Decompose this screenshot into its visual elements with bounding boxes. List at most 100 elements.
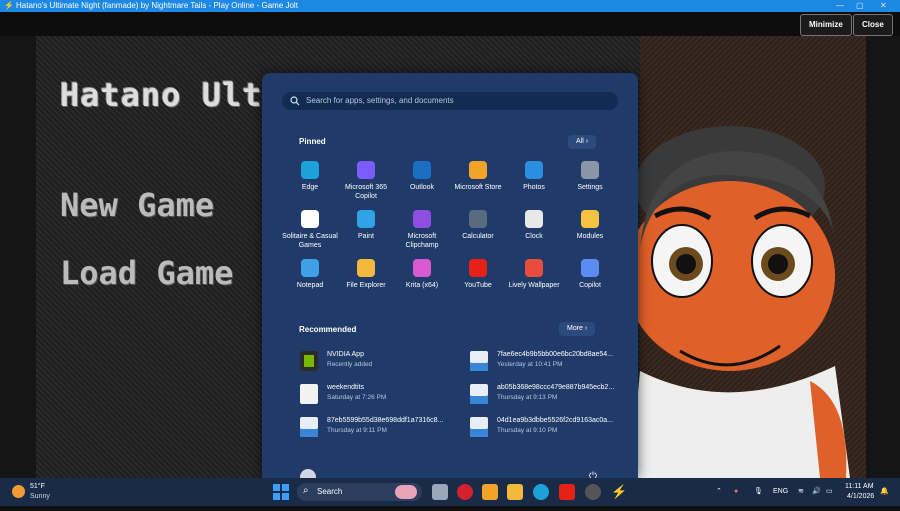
window-maximize-icon[interactable]: ▢ <box>856 0 864 12</box>
start-search-box[interactable]: Search for apps, settings, and documents <box>282 92 618 110</box>
pinned-app-label: File Explorer <box>346 282 386 289</box>
recommended-item-time: Thursday at 9:10 PM <box>497 427 558 434</box>
game-app-bar: Minimize Close <box>0 12 900 36</box>
pinned-app-m365-copilot[interactable]: Microsoft 365 Copilot <box>338 161 394 201</box>
weather-icon[interactable] <box>12 485 25 498</box>
pinned-app-store[interactable]: Microsoft Store <box>450 161 506 192</box>
character-art <box>625 126 850 478</box>
file-explorer-taskbar-icon[interactable] <box>507 484 523 500</box>
recommended-item[interactable]: ab05b368e98ccc479e887b945ecb2... Thursday… <box>470 381 630 409</box>
recommended-item[interactable]: 04d1ea9b3dbbe5526f2cd9163ac0a... Thursday… <box>470 414 630 442</box>
recommended-item[interactable]: NVIDIA App Recently added <box>300 348 460 376</box>
recommended-item-name: ab05b368e98ccc479e887b945ecb2... <box>497 384 615 391</box>
paint-icon <box>357 210 375 228</box>
youtube-taskbar-icon[interactable] <box>559 484 575 500</box>
more-label: More <box>567 325 583 332</box>
battery-icon[interactable]: ▭ <box>826 478 833 506</box>
pinned-app-label: Clock <box>525 233 543 240</box>
pinned-app-calculator[interactable]: Calculator <box>450 210 506 241</box>
all-apps-button[interactable]: All › <box>568 135 597 149</box>
outlook-icon <box>413 161 431 179</box>
task-view-icon[interactable] <box>432 484 448 500</box>
recommended-item[interactable]: 7fae6ec4b9b5bb00e6bc20bd8ae54... Yesterda… <box>470 348 630 376</box>
pinned-app-label: Settings <box>577 184 603 191</box>
copilot-icon <box>581 259 599 277</box>
weather-desc[interactable]: Sunny <box>30 483 50 511</box>
taskbar-search[interactable]: ⌕ Search <box>297 483 422 501</box>
power-icon[interactable]: ⏻ <box>589 471 597 478</box>
recommended-item-time: Yesterday at 10:41 PM <box>497 361 563 368</box>
clipchamp-icon <box>413 210 431 228</box>
opera-icon[interactable] <box>457 484 473 500</box>
pinned-heading: Pinned <box>299 137 326 146</box>
volume-icon[interactable]: 🔊 <box>812 478 821 506</box>
more-button[interactable]: More › <box>559 322 596 336</box>
pinned-app-label: Microsoft Store <box>454 184 502 191</box>
pinned-app-label: Solitaire & Casual Games <box>282 233 338 249</box>
recommended-item[interactable]: 87eb5599b55d38e698ddf1a7316c8... Thursday… <box>300 414 460 442</box>
pinned-app-outlook[interactable]: Outlook <box>394 161 450 192</box>
app-taskbar-icon[interactable] <box>585 484 601 500</box>
language-indicator[interactable]: ENG <box>773 478 788 506</box>
window-close-icon[interactable]: ✕ <box>880 0 887 12</box>
m365-copilot-icon <box>357 161 375 179</box>
image-file-icon <box>470 417 488 437</box>
recommended-item-name: weekendtits <box>327 384 364 391</box>
notepad-icon <box>301 259 319 277</box>
pinned-app-clipchamp[interactable]: Microsoft Clipchamp <box>394 210 450 250</box>
recommended-item[interactable]: weekendtits Saturday at 7:26 PM <box>300 381 460 409</box>
pinned-app-youtube[interactable]: YouTube <box>450 259 506 290</box>
store-icon <box>469 161 487 179</box>
pinned-app-label: Modules <box>576 233 604 240</box>
start-menu: Search for apps, settings, and documents… <box>262 73 638 478</box>
folder-icon <box>581 210 599 228</box>
taskbar-search-label: Search <box>317 487 343 496</box>
clock-date[interactable]: 4/1/2026 <box>847 483 874 511</box>
pinned-app-paint[interactable]: Paint <box>338 210 394 241</box>
pinned-app-label: YouTube <box>464 282 492 289</box>
solitaire-icon <box>301 210 319 228</box>
pinned-app-label: Lively Wallpaper <box>508 282 560 289</box>
pinned-app-lively-wallpaper[interactable]: Lively Wallpaper <box>506 259 562 290</box>
pinned-app-folder[interactable]: Modules <box>562 210 618 241</box>
pinned-app-label: Microsoft Clipchamp <box>405 233 439 249</box>
window-minimize-icon[interactable]: — <box>836 0 844 12</box>
store-taskbar-icon[interactable] <box>482 484 498 500</box>
recommended-item-time: Recently added <box>327 361 373 368</box>
load-game-option[interactable]: Load Game <box>60 254 233 292</box>
search-highlight-icon <box>395 485 417 499</box>
search-input-placeholder[interactable]: Search for apps, settings, and documents <box>306 92 454 110</box>
pinned-app-label: Microsoft 365 Copilot <box>344 184 388 200</box>
game-jolt-taskbar-icon[interactable]: ⚡ <box>611 484 627 500</box>
pinned-app-solitaire[interactable]: Solitaire & Casual Games <box>282 210 338 250</box>
windows-start-icon[interactable] <box>273 484 289 500</box>
microphone-icon[interactable]: 🎙 <box>754 478 763 506</box>
pinned-app-edge[interactable]: Edge <box>282 161 338 192</box>
youtube-icon <box>469 259 487 277</box>
recommended-item-time: Thursday at 9:13 PM <box>497 394 558 401</box>
pinned-app-copilot[interactable]: Copilot <box>562 259 618 290</box>
close-button[interactable]: Close <box>853 14 893 36</box>
photos-icon <box>525 161 543 179</box>
clock-icon <box>525 210 543 228</box>
app-icon: ⚡ <box>4 1 14 10</box>
wifi-icon[interactable]: ≋ <box>798 478 804 506</box>
recommended-item-name: 7fae6ec4b9b5bb00e6bc20bd8ae54... <box>497 351 613 358</box>
notification-icon[interactable]: 🔔 <box>880 478 889 506</box>
tray-app-icon[interactable]: ● <box>734 478 738 506</box>
pinned-app-clock[interactable]: Clock <box>506 210 562 241</box>
pinned-app-file-explorer[interactable]: File Explorer <box>338 259 394 290</box>
user-avatar[interactable] <box>300 469 316 478</box>
new-game-option[interactable]: New Game <box>60 186 214 224</box>
settings-icon <box>581 161 599 179</box>
tray-overflow-icon[interactable]: ⌃ <box>716 478 722 506</box>
pinned-app-settings[interactable]: Settings <box>562 161 618 192</box>
pinned-app-photos[interactable]: Photos <box>506 161 562 192</box>
taskbar-search-icon: ⌕ <box>303 485 309 496</box>
minimize-button[interactable]: Minimize <box>800 14 852 36</box>
pinned-app-krita[interactable]: Krita (x64) <box>394 259 450 290</box>
edge-taskbar-icon[interactable] <box>533 484 549 500</box>
pinned-app-notepad[interactable]: Notepad <box>282 259 338 290</box>
image-file-icon <box>300 417 318 437</box>
recommended-item-time: Thursday at 9:11 PM <box>327 427 387 434</box>
